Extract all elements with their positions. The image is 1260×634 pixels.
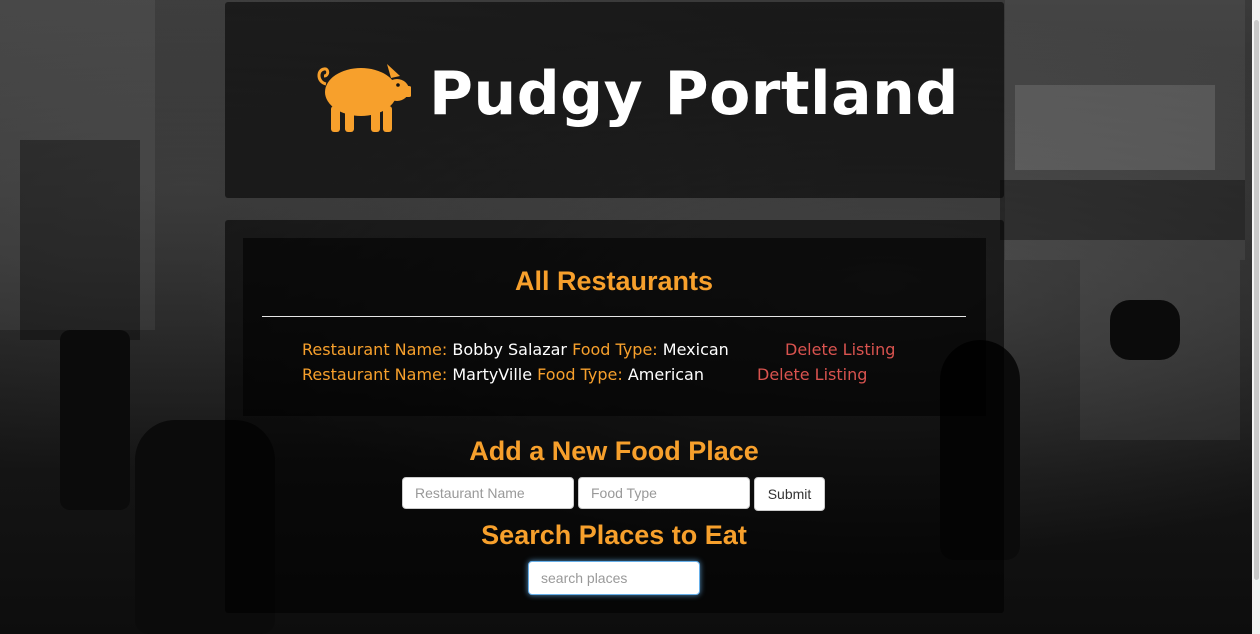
list-item: Restaurant Name: MartyVille Food Type: A… (302, 365, 704, 384)
delete-listing-link[interactable]: Delete Listing (785, 340, 895, 359)
food-type: American (627, 365, 704, 384)
restaurant-list-panel (243, 238, 986, 416)
all-restaurants-heading: All Restaurants (514, 266, 714, 296)
food-type-label: Food Type: (572, 340, 658, 359)
restaurant-name-label: Restaurant Name: (302, 340, 448, 359)
restaurant-name: MartyVille (452, 365, 533, 384)
food-type-label: Food Type: (537, 365, 623, 384)
page-scrollbar[interactable] (1252, 0, 1260, 634)
brand-title: Pudgy Portland (429, 59, 959, 129)
restaurant-name-input[interactable] (402, 477, 574, 509)
search-heading: Search Places to Eat (481, 520, 747, 550)
brand-logo: Pudgy Portland (315, 54, 959, 134)
scrollbar-thumb[interactable] (1254, 20, 1259, 580)
header-panel: Pudgy Portland (225, 2, 1004, 198)
add-place-heading: Add a New Food Place (469, 436, 759, 466)
pig-icon (317, 64, 411, 132)
list-item: Restaurant Name: Bobby Salazar Food Type… (302, 340, 729, 359)
restaurant-name-label: Restaurant Name: (302, 365, 448, 384)
search-input[interactable] (528, 561, 700, 595)
food-type-input[interactable] (578, 477, 750, 509)
divider (262, 316, 966, 317)
delete-listing-link[interactable]: Delete Listing (757, 365, 867, 384)
submit-button[interactable]: Submit (754, 477, 825, 511)
food-type: Mexican (662, 340, 729, 359)
restaurant-name: Bobby Salazar (452, 340, 567, 359)
